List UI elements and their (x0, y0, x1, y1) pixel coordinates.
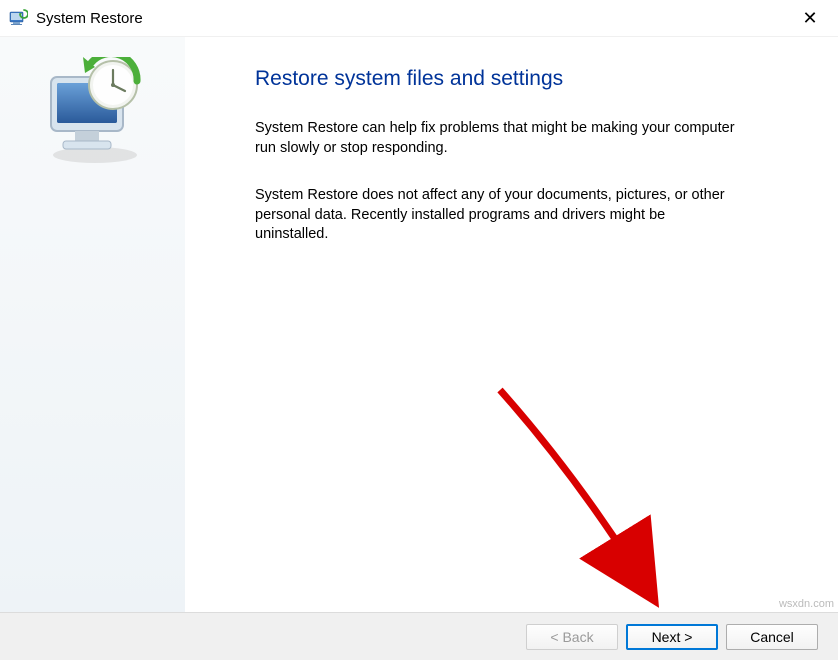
restore-graphic-icon (33, 57, 153, 167)
titlebar-left: System Restore (8, 8, 143, 28)
description-paragraph-2: System Restore does not affect any of yo… (255, 186, 735, 245)
wizard-footer: < Back Next > Cancel (0, 612, 838, 660)
cancel-button[interactable]: Cancel (726, 624, 818, 650)
sidebar (0, 37, 185, 616)
description-paragraph-1: System Restore can help fix problems tha… (255, 119, 735, 158)
main-panel: Restore system files and settings System… (185, 37, 838, 616)
titlebar: System Restore ✕ (0, 0, 838, 36)
content-area: Restore system files and settings System… (0, 36, 838, 616)
close-button[interactable]: ✕ (790, 4, 830, 32)
window-title: System Restore (36, 10, 143, 27)
watermark-text: wsxdn.com (779, 598, 834, 610)
system-restore-icon (8, 8, 28, 28)
back-button: < Back (526, 624, 618, 650)
next-button[interactable]: Next > (626, 624, 718, 650)
page-heading: Restore system files and settings (255, 67, 778, 91)
